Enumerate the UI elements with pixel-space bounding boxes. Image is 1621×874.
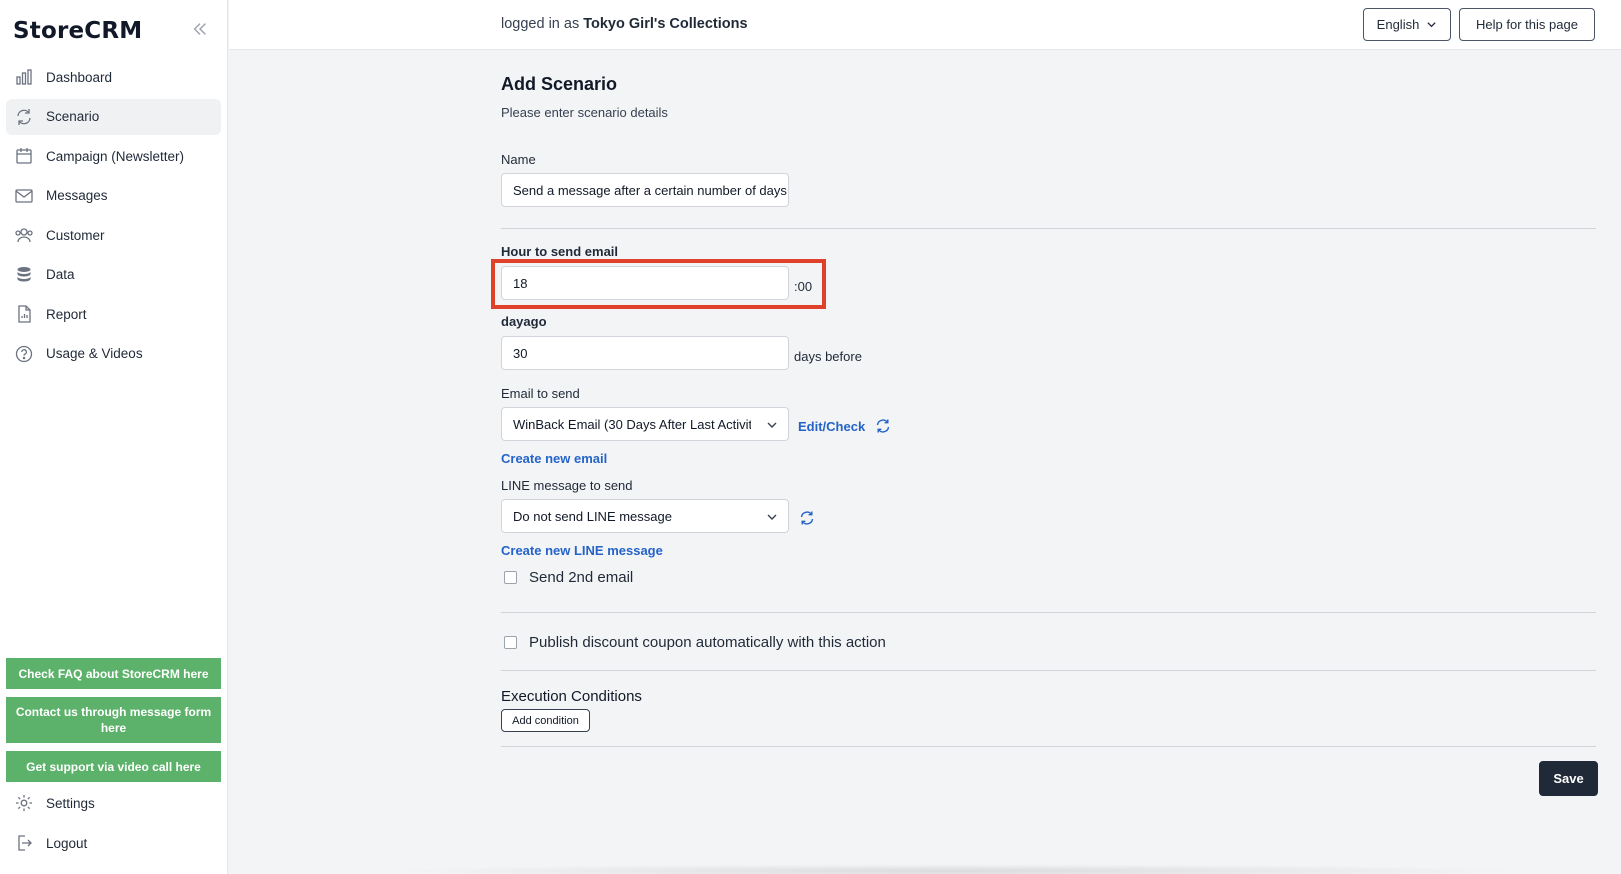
page-subtitle: Please enter scenario details [501, 105, 668, 120]
database-icon [14, 265, 34, 285]
coupon-label: Publish discount coupon automatically wi… [529, 634, 886, 651]
sidebar-item-customer[interactable]: Customer [6, 217, 221, 253]
name-label: Name [501, 152, 536, 167]
divider [501, 746, 1596, 747]
question-circle-icon [14, 344, 34, 364]
chevron-down-icon [767, 514, 777, 520]
sidebar-item-usage[interactable]: Usage & Videos [6, 336, 221, 372]
sidebar-item-label: Settings [46, 795, 95, 811]
dayago-suffix: days before [794, 349, 862, 364]
bottom-shadow [379, 864, 1529, 874]
sidebar-item-messages[interactable]: Messages [6, 178, 221, 214]
sidebar-item-logout[interactable]: Logout [6, 825, 221, 861]
sidebar: StoreCRM Dashboard Scenario Campaign (Ne… [0, 0, 228, 874]
store-name: Tokyo Girl's Collections [583, 16, 748, 32]
hour-label: Hour to send email [501, 244, 619, 259]
sidebar-item-label: Messages [46, 188, 108, 203]
sidebar-item-label: Scenario [46, 109, 100, 124]
faq-button[interactable]: Check FAQ about StoreCRM here [6, 658, 221, 689]
chevron-down-icon [767, 422, 777, 428]
bar-chart-icon [14, 67, 34, 87]
coupon-row[interactable]: Publish discount coupon automatically wi… [504, 634, 886, 651]
sidebar-item-label: Customer [46, 227, 105, 243]
sidebar-item-campaign[interactable]: Campaign (Newsletter) [6, 138, 221, 174]
dayago-input[interactable]: 30 [501, 336, 789, 370]
sidebar-item-dashboard[interactable]: Dashboard [6, 59, 221, 95]
save-button[interactable]: Save [1539, 761, 1598, 796]
app-logo: StoreCRM [13, 18, 143, 44]
sidebar-item-settings[interactable]: Settings [6, 785, 221, 821]
calendar-icon [14, 146, 34, 166]
contact-form-button[interactable]: Contact us through message form here [6, 697, 221, 743]
language-label: English [1376, 17, 1420, 32]
sidebar-nav: Dashboard Scenario Campaign (Newsletter)… [6, 59, 221, 375]
login-status: logged in as Tokyo Girl's Collections [501, 16, 748, 32]
sidebar-item-label: Dashboard [46, 69, 113, 85]
sidebar-item-report[interactable]: Report [6, 296, 221, 332]
dayago-label: dayago [501, 314, 547, 329]
second-email-row[interactable]: Send 2nd email [504, 569, 633, 586]
help-button[interactable]: Help for this page [1459, 8, 1595, 41]
gear-icon [14, 793, 34, 813]
logged-prefix: logged in as [501, 16, 580, 32]
sidebar-item-label: Logout [46, 835, 88, 851]
hour-input[interactable]: 18 [501, 266, 789, 300]
refresh-icon [14, 107, 34, 127]
create-line-link[interactable]: Create new LINE message [501, 543, 663, 558]
second-email-checkbox[interactable] [504, 571, 517, 584]
line-select-value: Do not send LINE message [513, 508, 672, 524]
main-content: Add Scenario Please enter scenario detai… [229, 50, 1621, 874]
coupon-checkbox[interactable] [504, 636, 517, 649]
execution-conditions-title: Execution Conditions [501, 688, 642, 705]
users-icon [14, 225, 34, 245]
top-bar: logged in as Tokyo Girl's Collections En… [229, 0, 1621, 50]
sidebar-item-label: Campaign (Newsletter) [46, 148, 185, 164]
logout-icon [14, 833, 34, 853]
divider [501, 670, 1596, 671]
email-select[interactable]: WinBack Email (30 Days After Last Activi… [501, 407, 789, 441]
email-label: Email to send [501, 386, 580, 401]
language-select[interactable]: English [1363, 8, 1451, 41]
line-select[interactable]: Do not send LINE message [501, 499, 789, 533]
page-title: Add Scenario [501, 74, 618, 94]
chevron-down-icon [1427, 22, 1436, 28]
email-select-value: WinBack Email (30 Days After Last Activi… [513, 416, 751, 432]
divider [501, 612, 1596, 613]
sidebar-item-label: Report [46, 306, 87, 322]
double-chevron-left-icon[interactable] [191, 20, 209, 38]
refresh-icon[interactable] [875, 418, 891, 434]
refresh-icon[interactable] [799, 510, 815, 526]
document-icon [14, 304, 34, 324]
sidebar-item-scenario[interactable]: Scenario [6, 98, 221, 135]
edit-check-link[interactable]: Edit/Check [798, 419, 865, 434]
video-support-button[interactable]: Get support via video call here [6, 751, 221, 782]
divider [501, 228, 1596, 229]
line-label: LINE message to send [501, 478, 633, 493]
hour-suffix: :00 [794, 279, 813, 294]
create-email-link[interactable]: Create new email [501, 451, 607, 466]
add-condition-button[interactable]: Add condition [501, 709, 590, 732]
sidebar-item-data[interactable]: Data [6, 257, 221, 293]
sidebar-item-label: Usage & Videos [46, 346, 143, 361]
sidebar-item-label: Data [46, 267, 75, 282]
second-email-label: Send 2nd email [529, 569, 634, 586]
mail-icon [14, 186, 34, 206]
name-input[interactable]: Send a message after a certain number of… [501, 173, 789, 207]
